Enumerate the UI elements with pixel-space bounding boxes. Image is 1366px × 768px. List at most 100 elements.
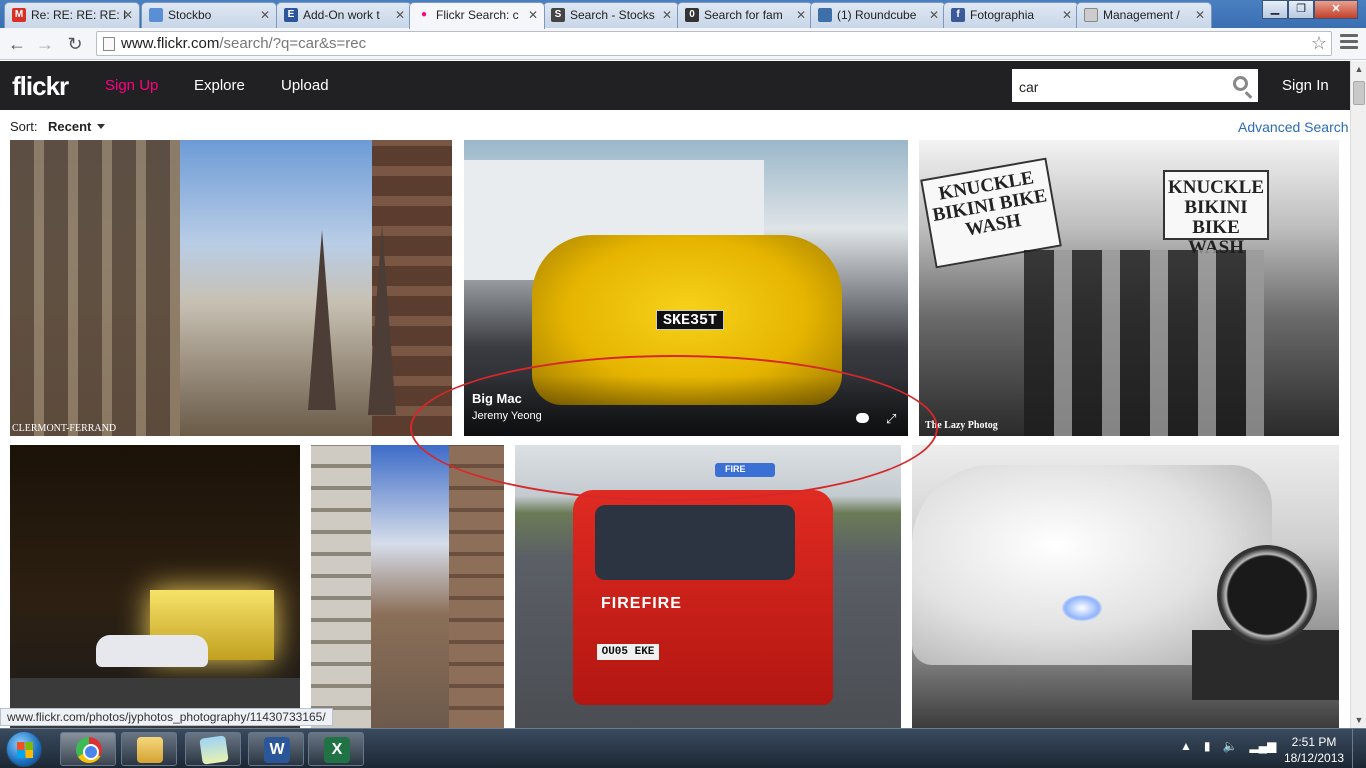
comment-icon[interactable] xyxy=(856,413,869,423)
photo-caption: CLERMONT-FERRAND xyxy=(12,423,117,434)
tab-stocksy[interactable]: S Search - Stocks ✕ xyxy=(543,2,679,28)
tab-close-icon[interactable]: ✕ xyxy=(662,8,672,22)
show-desktop-button[interactable] xyxy=(1352,729,1366,768)
status-bar-url: www.flickr.com/photos/jyphotos_photograp… xyxy=(0,708,333,726)
window-controls: ▁ ❐ ✕ xyxy=(1262,0,1358,19)
photo-title[interactable]: Big Mac xyxy=(472,391,522,406)
facebook-icon: f xyxy=(951,8,965,22)
document-icon xyxy=(1084,8,1098,22)
clock-date: 18/12/2013 xyxy=(1284,751,1345,765)
photo-bikini-bike-wash[interactable]: KNUCKLE BIKINI BIKE WASH KNUCKLE BIKINI … xyxy=(919,140,1339,436)
photo-cathedral-street[interactable]: CLERMONT-FERRAND xyxy=(10,140,452,436)
photo-detail xyxy=(368,225,396,415)
advanced-search-link[interactable]: Advanced Search xyxy=(1238,119,1349,135)
sort-bar: Sort: Recent Advanced Search xyxy=(0,110,1350,140)
maximize-icon[interactable]: ❐ xyxy=(1288,0,1314,19)
vertical-scrollbar[interactable]: ▲ ▼ xyxy=(1350,61,1366,728)
search-icon[interactable] xyxy=(1233,76,1248,91)
nav-sign-up[interactable]: Sign Up xyxy=(105,77,158,94)
tab-close-icon[interactable]: ✕ xyxy=(929,8,939,22)
tab-add-on[interactable]: E Add-On work t ✕ xyxy=(276,2,412,28)
address-bar[interactable]: www.flickr.com/search/?q=car&s=rec ☆ xyxy=(96,31,1332,56)
chrome-icon xyxy=(76,737,102,763)
sort-dropdown[interactable]: Recent xyxy=(48,119,91,134)
tab-close-icon[interactable]: ✕ xyxy=(260,8,270,22)
browser-tab-strip: M Re: RE: RE: RE: I ✕ Stockbo ✕ E Add-On… xyxy=(0,0,1366,29)
start-button[interactable] xyxy=(6,731,42,767)
photo-detail xyxy=(96,635,208,667)
network-signal-icon[interactable]: ▂▄▆ xyxy=(1249,739,1276,753)
flickr-icon: ● xyxy=(420,9,428,20)
photo-roof-sign: FIRE xyxy=(725,464,746,474)
taskbar-explorer[interactable] xyxy=(121,732,177,766)
tab-label: Add-On work t xyxy=(303,8,380,22)
chevron-down-icon[interactable] xyxy=(97,124,105,129)
photo-big-mac[interactable]: SKE35T Big Mac Jeremy Yeong ⤢ xyxy=(464,140,908,436)
close-window-icon[interactable]: ✕ xyxy=(1314,0,1358,19)
taskbar-chrome[interactable] xyxy=(60,732,116,766)
reload-icon[interactable]: ↻ xyxy=(64,33,86,55)
expand-icon[interactable]: ⤢ xyxy=(886,411,896,427)
photo-hover-overlay xyxy=(464,376,908,436)
scroll-thumb[interactable] xyxy=(1353,81,1365,105)
photo-detail xyxy=(1217,545,1317,645)
search-input[interactable]: car xyxy=(1012,69,1258,102)
stockbo-icon xyxy=(149,8,163,22)
tab-stockbo[interactable]: Stockbo ✕ xyxy=(141,2,277,28)
browser-toolbar: ← → ↻ www.flickr.com/search/?q=car&s=rec… xyxy=(0,28,1366,60)
tab-close-icon[interactable]: ✕ xyxy=(1062,8,1072,22)
scroll-down-icon[interactable]: ▼ xyxy=(1351,712,1366,728)
url-host: www.flickr.com xyxy=(121,35,220,52)
photo-night-store-police-car[interactable] xyxy=(10,445,300,728)
tab-fotographia[interactable]: f Fotographia ✕ xyxy=(943,2,1079,28)
photo-detail xyxy=(308,230,336,410)
url-path: /search/?q=car&s=rec xyxy=(219,35,367,52)
tab-roundcube[interactable]: (1) Roundcube ✕ xyxy=(810,2,946,28)
tab-label: Re: RE: RE: RE: I xyxy=(31,8,127,22)
tab-gmail[interactable]: M Re: RE: RE: RE: I ✕ xyxy=(4,2,140,28)
photo-license-plate: OU05 EKE xyxy=(597,644,659,660)
tab-management[interactable]: Management / ✕ xyxy=(1076,2,1212,28)
tab-close-icon[interactable]: ✕ xyxy=(1195,8,1205,22)
page-icon xyxy=(103,37,115,51)
back-icon[interactable]: ← xyxy=(6,33,28,55)
sign-in-link[interactable]: Sign In xyxy=(1282,77,1329,94)
gmail-icon: M xyxy=(12,8,26,22)
taskbar-clock[interactable]: 2:51 PM 18/12/2013 xyxy=(1284,734,1344,766)
tab-label: Search for fam xyxy=(704,8,783,22)
forward-icon[interactable]: → xyxy=(34,33,56,55)
photo-narrow-street[interactable] xyxy=(311,445,504,728)
excel-icon: X xyxy=(324,737,350,763)
windows-explorer-icon xyxy=(137,737,163,763)
photo-detail xyxy=(1024,250,1264,436)
windows-logo-icon xyxy=(17,742,33,758)
nav-upload[interactable]: Upload xyxy=(281,77,329,94)
bookmark-star-icon[interactable]: ☆ xyxy=(1311,33,1327,54)
show-hidden-icons-icon[interactable]: ▲ xyxy=(1180,739,1192,753)
tab-close-icon[interactable]: ✕ xyxy=(123,8,133,22)
tab-label: Flickr Search: c xyxy=(436,8,519,22)
photo-sign: KNUCKLE BIKINI BIKE WASH xyxy=(1163,170,1269,258)
taskbar-sticky-notes[interactable] xyxy=(185,732,241,766)
power-icon[interactable]: ▮ xyxy=(1204,739,1211,753)
nav-explore[interactable]: Explore xyxy=(194,77,245,94)
word-icon: W xyxy=(264,737,290,763)
tab-flickr-search[interactable]: ● Flickr Search: c ✕ xyxy=(409,2,545,29)
taskbar-word[interactable]: W xyxy=(248,732,304,766)
taskbar-excel[interactable]: X xyxy=(308,732,364,766)
volume-icon[interactable]: 🔈 xyxy=(1223,739,1238,753)
scroll-up-icon[interactable]: ▲ xyxy=(1351,61,1366,77)
photo-owner[interactable]: Jeremy Yeong xyxy=(472,410,542,422)
tab-close-icon[interactable]: ✕ xyxy=(796,8,806,22)
tab-close-icon[interactable]: ✕ xyxy=(395,8,405,22)
flickr-logo[interactable]: flickr xyxy=(12,71,69,102)
roundcube-icon xyxy=(818,8,832,22)
windows-taskbar: W X ▲ ▮ 🔈 ▂▄▆ 2:51 PM 18/12/2013 xyxy=(0,728,1366,768)
photo-detail xyxy=(10,140,180,436)
tab-close-icon[interactable]: ✕ xyxy=(528,8,538,22)
minimize-icon[interactable]: ▁ xyxy=(1262,0,1288,19)
photo-watch-car[interactable] xyxy=(912,445,1339,728)
menu-icon[interactable] xyxy=(1340,34,1358,52)
tab-search-fam[interactable]: 0 Search for fam ✕ xyxy=(677,2,813,28)
photo-fire-van[interactable]: FIRE FIREFIRE OU05 EKE xyxy=(515,445,901,728)
